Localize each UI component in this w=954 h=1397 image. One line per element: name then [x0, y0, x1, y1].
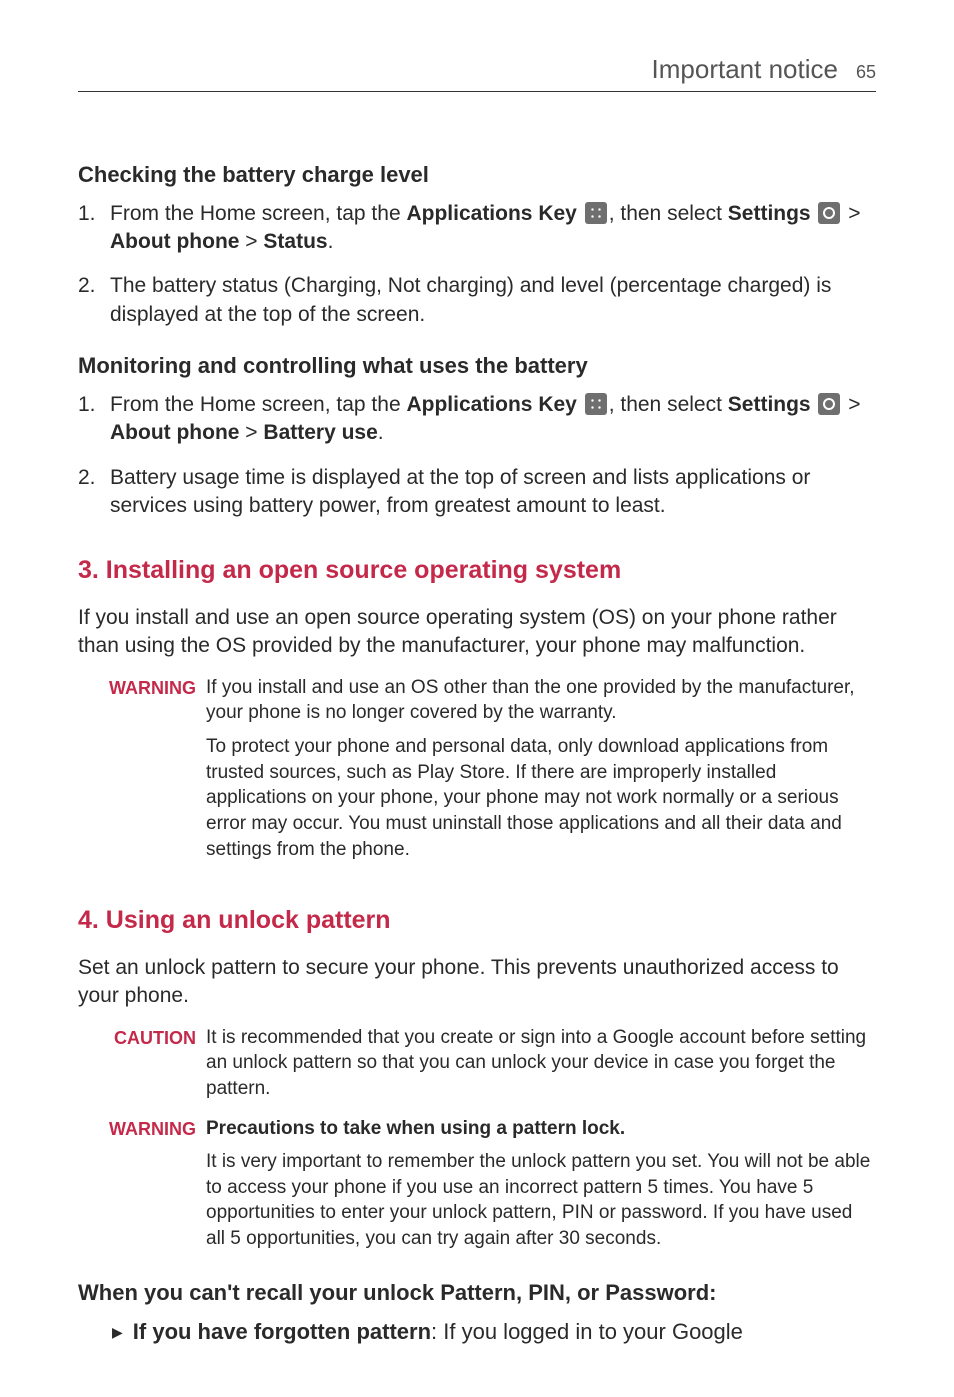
text-fragment: >	[842, 202, 860, 225]
subhead-recall: When you can't recall your unlock Patter…	[78, 1278, 876, 1308]
monitor-list: 1. From the Home screen, tap the Applica…	[78, 391, 876, 520]
list-body: From the Home screen, tap the Applicatio…	[110, 391, 876, 448]
warning-paragraph: To protect your phone and personal data,…	[206, 734, 876, 862]
triangle-bullet-icon: ▶	[112, 1317, 123, 1347]
applications-key-label: Applications Key	[406, 202, 576, 225]
text-fragment: , then select	[609, 393, 728, 416]
warning-block: WARNING If you install and use an OS oth…	[100, 675, 876, 870]
caution-block: CAUTION It is recommended that you creat…	[100, 1025, 876, 1110]
list-number: 1.	[78, 391, 102, 448]
warning-block-2: WARNING Precautions to take when using a…	[100, 1116, 876, 1260]
warning-text: Precautions to take when using a pattern…	[206, 1116, 876, 1260]
monitor-item-2: 2. Battery usage time is displayed at th…	[78, 464, 876, 521]
list-number: 1.	[78, 200, 102, 257]
status-label: Status	[263, 230, 327, 253]
bullet-bold: If you have forgotten pattern	[133, 1319, 431, 1344]
text-fragment: >	[239, 230, 263, 253]
page-header: Important notice 65	[78, 52, 876, 92]
section3-intro: If you install and use an open source op…	[78, 604, 876, 661]
caution-label: CAUTION	[100, 1025, 196, 1110]
text-fragment: >	[842, 393, 860, 416]
header-section-title: Important notice	[652, 52, 838, 87]
check-list: 1. From the Home screen, tap the Applica…	[78, 200, 876, 329]
check-item-1: 1. From the Home screen, tap the Applica…	[78, 200, 876, 257]
forgotten-pattern-bullet: ▶ If you have forgotten pattern: If you …	[78, 1317, 876, 1347]
section4-intro: Set an unlock pattern to secure your pho…	[78, 954, 876, 1011]
warning-paragraph: If you install and use an OS other than …	[206, 675, 876, 726]
settings-label: Settings	[728, 393, 811, 416]
list-number: 2.	[78, 464, 102, 521]
text-fragment: >	[239, 421, 263, 444]
applications-key-icon	[585, 393, 607, 415]
settings-label: Settings	[728, 202, 811, 225]
text-fragment: , then select	[609, 202, 728, 225]
applications-key-icon	[585, 202, 607, 224]
caution-text: It is recommended that you create or sig…	[206, 1025, 876, 1110]
subhead-monitoring: Monitoring and controlling what uses the…	[78, 351, 876, 381]
heading-section-4: 4. Using an unlock pattern	[78, 904, 876, 938]
applications-key-label: Applications Key	[406, 393, 576, 416]
warning-label: WARNING	[100, 1116, 196, 1260]
list-body: Battery usage time is displayed at the t…	[110, 464, 876, 521]
list-body: The battery status (Charging, Not chargi…	[110, 272, 876, 329]
bullet-rest: : If you logged in to your Google	[431, 1319, 743, 1344]
text-fragment: .	[328, 230, 334, 253]
caution-paragraph: It is recommended that you create or sig…	[206, 1025, 876, 1102]
settings-gear-icon	[818, 393, 840, 415]
battery-use-label: Battery use	[263, 421, 377, 444]
warning-bold-lead: Precautions to take when using a pattern…	[206, 1118, 625, 1139]
warning-label: WARNING	[100, 675, 196, 870]
warning-paragraph: Precautions to take when using a pattern…	[206, 1116, 876, 1142]
list-number: 2.	[78, 272, 102, 329]
monitor-item-1: 1. From the Home screen, tap the Applica…	[78, 391, 876, 448]
bullet-body: If you have forgotten pattern: If you lo…	[133, 1317, 743, 1347]
text-fragment: From the Home screen, tap the	[110, 393, 406, 416]
warning-text: If you install and use an OS other than …	[206, 675, 876, 870]
subhead-checking: Checking the battery charge level	[78, 160, 876, 190]
check-item-2: 2. The battery status (Charging, Not cha…	[78, 272, 876, 329]
settings-gear-icon	[818, 202, 840, 224]
about-phone-label: About phone	[110, 230, 239, 253]
list-body: From the Home screen, tap the Applicatio…	[110, 200, 876, 257]
warning-paragraph: It is very important to remember the unl…	[206, 1149, 876, 1252]
about-phone-label: About phone	[110, 421, 239, 444]
heading-section-3: 3. Installing an open source operating s…	[78, 554, 876, 588]
page: Important notice 65 Checking the battery…	[0, 0, 954, 1397]
text-fragment: From the Home screen, tap the	[110, 202, 406, 225]
header-page-number: 65	[856, 60, 876, 84]
text-fragment: .	[378, 421, 384, 444]
